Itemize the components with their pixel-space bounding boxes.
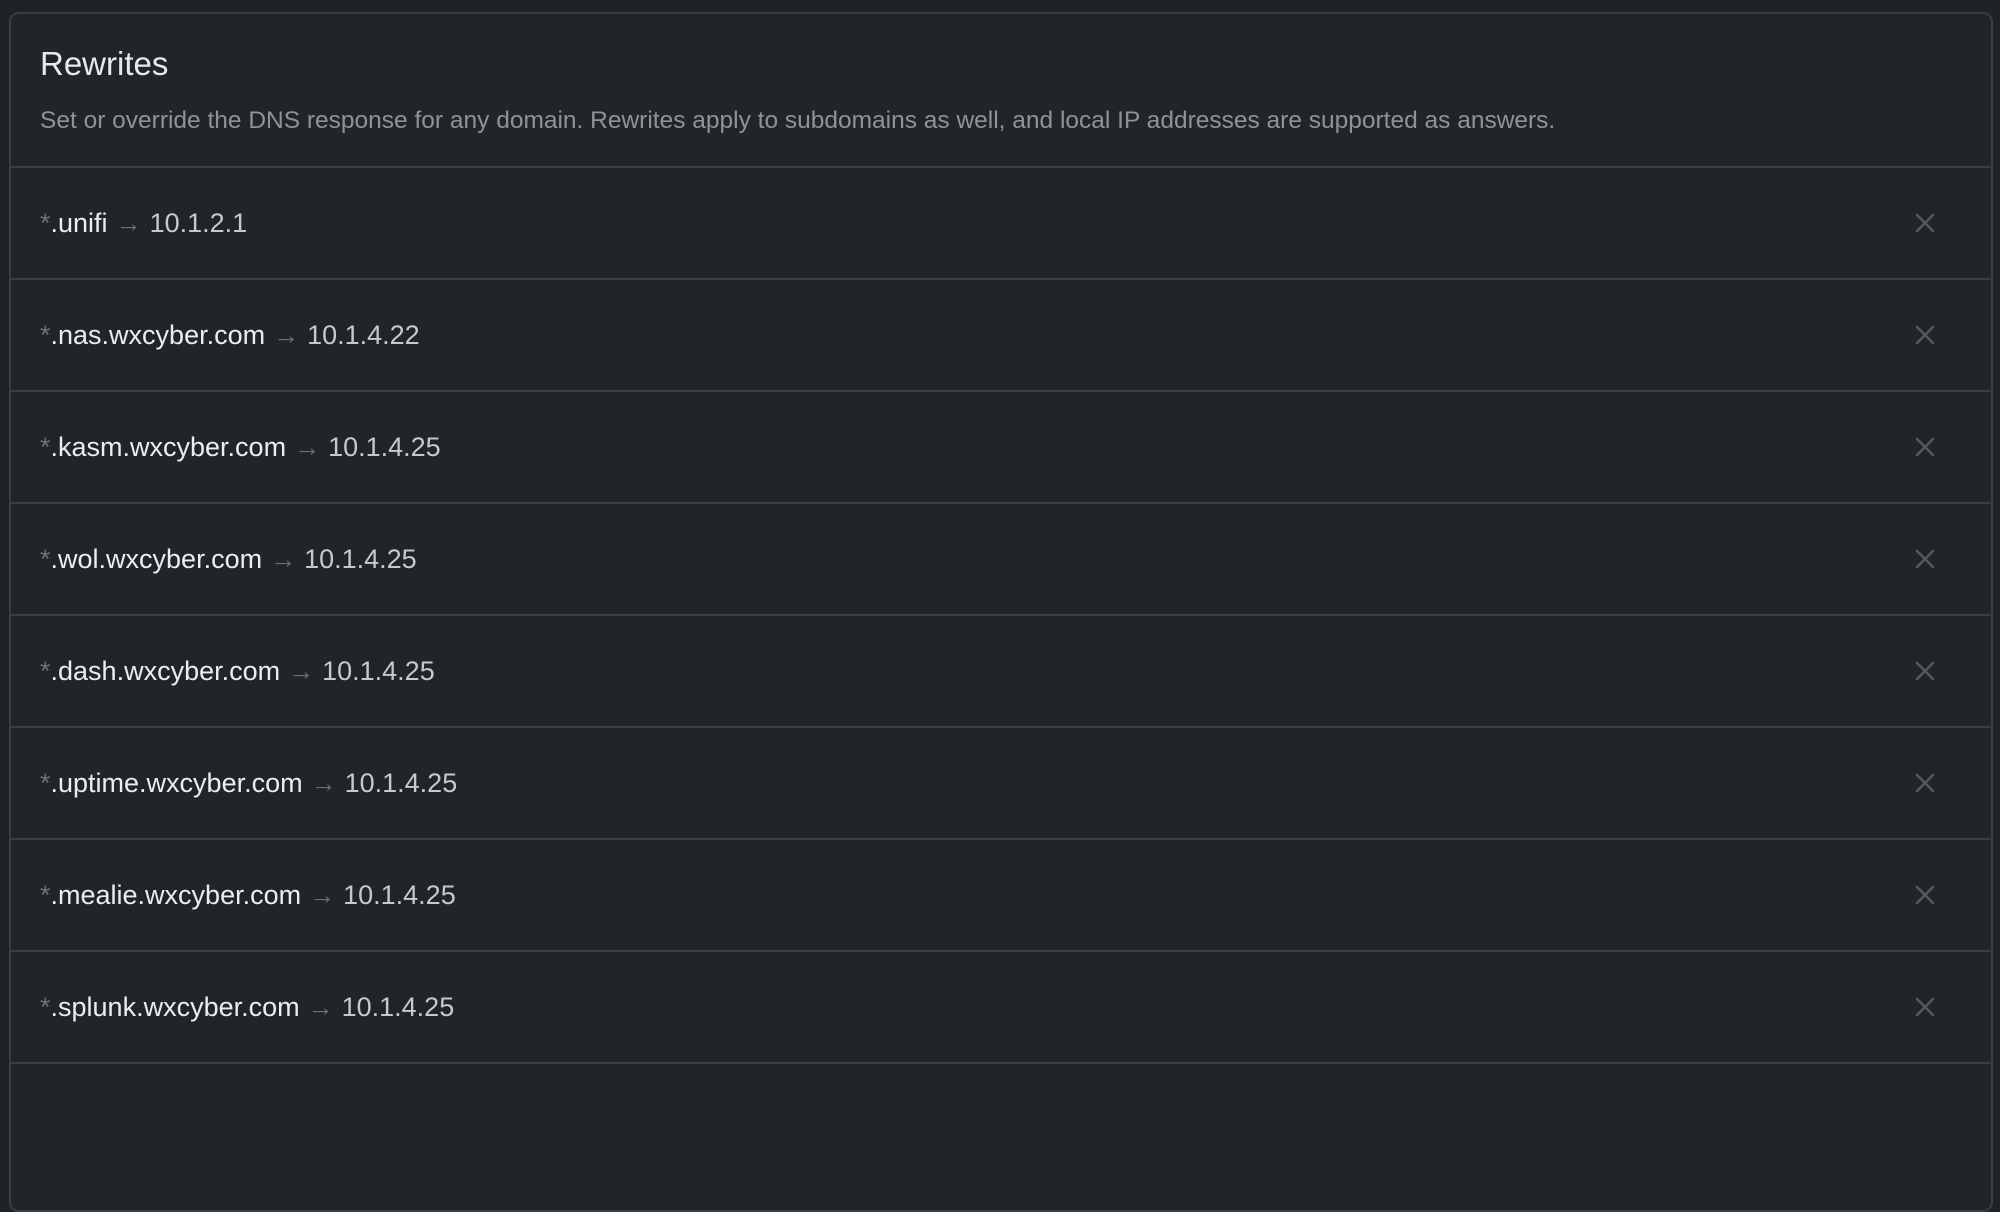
delete-rewrite-button[interactable] <box>1911 545 1939 573</box>
wildcard-prefix: * <box>40 655 51 686</box>
rewrite-row[interactable]: * .kasm.wxcyber.com → 10.1.4.25 <box>11 392 1991 504</box>
delete-rewrite-button[interactable] <box>1911 993 1939 1021</box>
rewrite-domain: .nas.wxcyber.com <box>50 319 266 350</box>
rewrite-domain: .splunk.wxcyber.com <box>50 991 300 1022</box>
wildcard-prefix: * <box>40 543 51 574</box>
rewrite-domain: .dash.wxcyber.com <box>50 655 281 686</box>
rewrite-answer: 10.1.4.25 <box>328 431 441 462</box>
rewrite-answer: 10.1.4.25 <box>344 767 458 798</box>
close-icon <box>1915 885 1935 905</box>
arrow-right-icon: → <box>310 767 337 798</box>
close-icon <box>1915 549 1935 569</box>
rewrite-domain: .unifi <box>50 207 108 238</box>
rewrite-answer: 10.1.2.1 <box>149 207 248 238</box>
delete-rewrite-button[interactable] <box>1911 769 1939 797</box>
close-icon <box>1915 661 1935 681</box>
rewrite-answer: 10.1.4.25 <box>304 543 417 574</box>
close-icon <box>1915 773 1935 793</box>
arrow-right-icon: → <box>294 431 321 462</box>
rewrite-row[interactable]: * .mealie.wxcyber.com → 10.1.4.25 <box>11 840 1991 952</box>
rewrite-domain: .mealie.wxcyber.com <box>50 879 302 910</box>
arrow-right-icon: → <box>270 543 297 574</box>
rewrite-domain: .wol.wxcyber.com <box>50 543 263 574</box>
close-icon <box>1915 437 1935 457</box>
section-title: Rewrites <box>40 45 169 82</box>
rewrite-answer: 10.1.4.22 <box>307 319 420 350</box>
arrow-right-icon: → <box>309 879 336 910</box>
delete-rewrite-button[interactable] <box>1911 881 1939 909</box>
wildcard-prefix: * <box>40 431 51 462</box>
close-icon <box>1915 325 1935 345</box>
arrow-right-icon: → <box>288 655 315 686</box>
delete-rewrite-button[interactable] <box>1911 209 1939 237</box>
rewrite-domain: .uptime.wxcyber.com <box>50 767 303 798</box>
arrow-right-icon: → <box>115 207 142 238</box>
wildcard-prefix: * <box>40 879 51 910</box>
arrow-right-icon: → <box>273 319 300 350</box>
rewrite-answer: 10.1.4.25 <box>341 991 455 1022</box>
rewrite-row[interactable]: * .wol.wxcyber.com → 10.1.4.25 <box>11 504 1991 616</box>
delete-rewrite-button[interactable] <box>1911 433 1939 461</box>
rewrite-row[interactable]: * .dash.wxcyber.com → 10.1.4.25 <box>11 616 1991 728</box>
close-icon <box>1915 213 1935 233</box>
rewrite-answer: 10.1.4.25 <box>322 655 435 686</box>
delete-rewrite-button[interactable] <box>1911 657 1939 685</box>
section-description: Set or override the DNS response for any… <box>40 107 1556 134</box>
rewrite-answer: 10.1.4.25 <box>343 879 456 910</box>
wildcard-prefix: * <box>40 991 51 1022</box>
rewrites-card: Rewrites Set or override the DNS respons… <box>9 12 1993 1212</box>
close-icon <box>1915 997 1935 1017</box>
rewrite-domain: .kasm.wxcyber.com <box>50 431 287 462</box>
arrow-right-icon: → <box>307 991 334 1022</box>
wildcard-prefix: * <box>40 319 51 350</box>
rewrite-row[interactable]: * .unifi → 10.1.2.1 <box>11 168 1991 280</box>
wildcard-prefix: * <box>40 207 51 238</box>
card-header: Rewrites Set or override the DNS respons… <box>11 14 1991 168</box>
wildcard-prefix: * <box>40 767 51 798</box>
rewrite-row[interactable]: * .nas.wxcyber.com → 10.1.4.22 <box>11 280 1991 392</box>
rewrite-row[interactable]: * .splunk.wxcyber.com → 10.1.4.25 <box>11 952 1991 1064</box>
rewrite-list: * .unifi → 10.1.2.1 * .nas.wxcyber.com → 10.1.… <box>11 168 1991 1064</box>
rewrite-row[interactable]: * .uptime.wxcyber.com → 10.1.4.25 <box>11 728 1991 840</box>
delete-rewrite-button[interactable] <box>1911 321 1939 349</box>
